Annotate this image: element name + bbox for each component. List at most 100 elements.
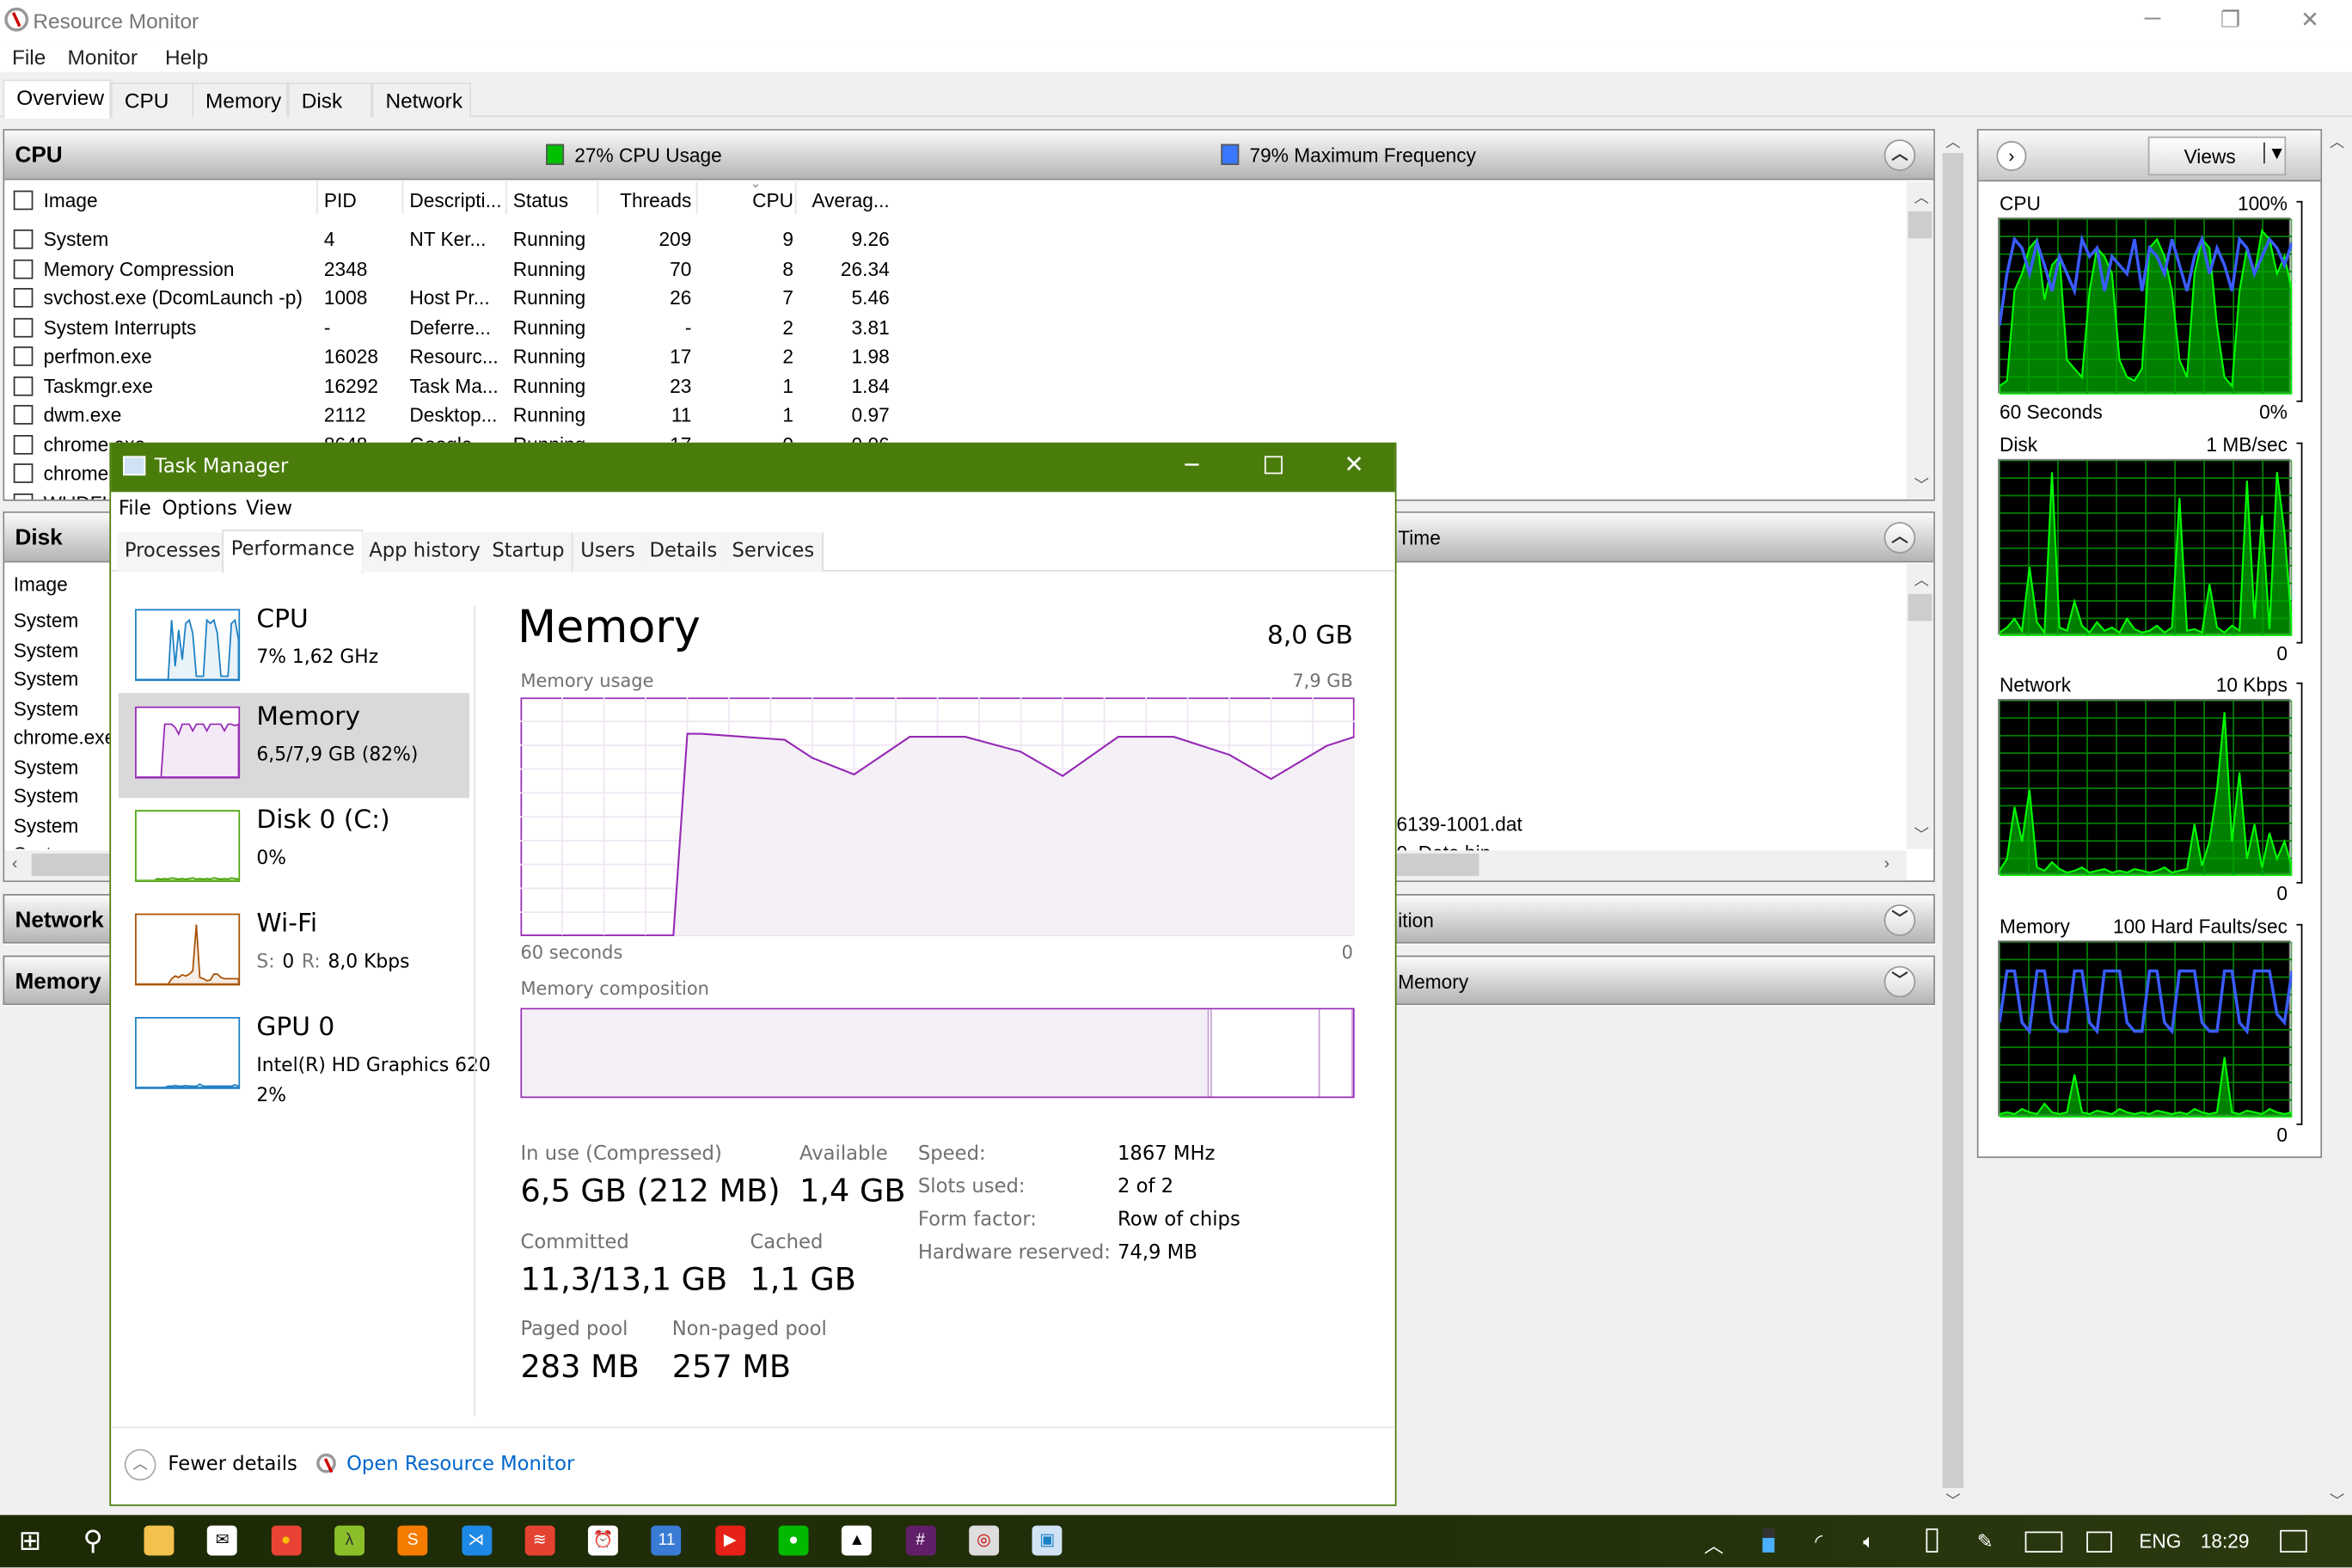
table-row[interactable]: perfmon.exe 16028 Resourc... Running 17 2 1.98	[4, 342, 904, 371]
calendar-icon[interactable]: 11	[651, 1525, 682, 1556]
scroll-down-icon[interactable]: ﹀	[2330, 1488, 2344, 1510]
tab-cpu[interactable]: CPU	[111, 82, 195, 118]
views-button[interactable]: Views ▼	[2147, 136, 2287, 176]
open-resource-monitor-link[interactable]: Open Resource Monitor	[346, 1454, 574, 1476]
column-header[interactable]: Status	[513, 189, 603, 211]
tab-overview[interactable]: Overview	[3, 79, 112, 119]
sidebar-item-wi-fi[interactable]: Wi-Fi S: 0 R: 8,0 Kbps	[119, 900, 469, 1005]
table-row[interactable]: System Interrupts - Deferre... Running - 2 3.8…	[4, 313, 904, 341]
menu-file[interactable]: File	[12, 45, 46, 69]
table-row[interactable]: svchost.exe (DcomLaunch -p) 1008 Host Pr..…	[4, 284, 904, 312]
menu-file[interactable]: File	[119, 498, 151, 520]
row-checkbox[interactable]	[13, 288, 34, 308]
minimize-button[interactable]: ─	[2130, 6, 2175, 32]
tab-users[interactable]: Users	[573, 532, 645, 572]
table-row[interactable]: dwm.exe 2112 Desktop... Running 11 1 0.97	[4, 401, 904, 429]
resource-monitor-icon[interactable]: ◎	[969, 1525, 999, 1556]
action-center-icon[interactable]	[2280, 1529, 2307, 1553]
tab-processes[interactable]: Processes	[117, 532, 230, 572]
column-header[interactable]: PID	[324, 189, 399, 211]
sublime-text-icon[interactable]: S	[397, 1525, 428, 1556]
tab-startup[interactable]: Startup	[484, 532, 573, 572]
mail-icon[interactable]: ✉	[207, 1525, 238, 1556]
row-checkbox[interactable]	[13, 258, 34, 279]
file-explorer-icon[interactable]	[144, 1525, 175, 1556]
tablet-mode-icon[interactable]	[2086, 1531, 2112, 1553]
vscode-icon[interactable]: ⋊	[461, 1525, 492, 1556]
search-icon[interactable]: ⚲	[78, 1526, 108, 1556]
volume-icon[interactable]: 🔈︎	[1863, 1530, 1875, 1554]
graphs-scrollbar[interactable]: ︿ ﹀	[2324, 129, 2349, 1512]
minimize-button[interactable]: ─	[1185, 451, 1198, 478]
tab-details[interactable]: Details	[641, 532, 726, 572]
battery-icon[interactable]	[1926, 1528, 1939, 1553]
row-checkbox[interactable]	[13, 229, 34, 249]
table-row[interactable]: System	[14, 609, 79, 631]
youtube-icon[interactable]: ▶	[714, 1525, 745, 1556]
scroll-down-icon[interactable]: ﹀	[1914, 822, 1928, 844]
tab-memory[interactable]: Memory	[192, 82, 289, 118]
column-header[interactable]: Threads	[604, 189, 691, 211]
touch-keyboard-icon[interactable]	[2024, 1531, 2063, 1553]
task-manager-icon[interactable]: ▣	[1032, 1525, 1063, 1556]
alarm-icon[interactable]: ⏰	[588, 1525, 619, 1556]
row-checkbox[interactable]	[13, 317, 34, 337]
row-checkbox[interactable]	[13, 346, 34, 366]
tab-services[interactable]: Services	[724, 532, 824, 572]
close-button[interactable]: ✕	[1344, 450, 1363, 478]
table-row[interactable]: System	[14, 756, 79, 778]
lambda-app-icon[interactable]: λ	[334, 1525, 364, 1556]
scroll-down-icon[interactable]: ﹀	[1914, 473, 1928, 495]
row-checkbox[interactable]	[13, 376, 34, 395]
storage-icon[interactable]	[1762, 1528, 1775, 1553]
show-hidden-icons[interactable]: ︿	[1704, 1530, 1724, 1559]
table-row[interactable]: System 4 NT Ker... Running 209 9 9.26	[4, 225, 904, 254]
wifi-icon[interactable]: ◜	[1815, 1530, 1822, 1554]
table-row[interactable]: System	[14, 843, 79, 849]
tab-performance[interactable]: Performance	[222, 529, 364, 573]
scroll-up-icon[interactable]: ︿	[2330, 129, 2344, 151]
row-checkbox[interactable]	[13, 434, 34, 454]
start-icon[interactable]: ⊞	[15, 1526, 45, 1556]
sidebar-item-memory[interactable]: Memory 6,5/7,9 GB (82%)	[118, 693, 470, 799]
input-language[interactable]: ENG	[2139, 1530, 2181, 1553]
column-header[interactable]: Image	[44, 189, 314, 211]
photos-icon[interactable]: ▲	[842, 1525, 873, 1556]
expand-panel-icon[interactable]: ›	[1996, 141, 2027, 171]
expand-icon[interactable]: ﹀	[1883, 965, 1916, 998]
clock[interactable]: 18:29	[2201, 1530, 2250, 1553]
scroll-up-icon[interactable]: ︿	[1914, 185, 1928, 207]
scroll-up-icon[interactable]: ︿	[1914, 567, 1928, 590]
row-checkbox[interactable]	[13, 493, 34, 500]
column-header[interactable]: CPU	[703, 189, 793, 211]
sidebar-item-gpu-0[interactable]: GPU 0 Intel(R) HD Graphics 620 2%	[119, 1003, 491, 1108]
column-header[interactable]: Image	[14, 573, 68, 596]
close-button[interactable]: ✕	[2288, 6, 2332, 34]
cpu-table-scrollbar[interactable]: ︿ ﹀	[1906, 181, 1934, 500]
menu-view[interactable]: View	[246, 498, 292, 520]
sidebar-item-disk-0-c[interactable]: Disk 0 (C:) 0%	[119, 797, 469, 902]
maximize-button[interactable]	[1264, 456, 1283, 475]
menu-options[interactable]: Options	[162, 498, 237, 520]
slack-icon[interactable]: #	[905, 1525, 936, 1556]
chrome-icon[interactable]: ●	[271, 1525, 302, 1556]
fewer-details-button[interactable]: Fewer details	[168, 1454, 297, 1476]
table-row[interactable]: System	[14, 814, 79, 836]
line-icon[interactable]: ●	[778, 1525, 809, 1556]
main-scrollbar[interactable]: ︿ ﹀	[1940, 129, 1965, 1512]
table-row[interactable]: Taskmgr.exe 16292 Task Ma... Running 23 1 1.84	[4, 371, 904, 400]
collapse-icon[interactable]: ︿	[1883, 139, 1916, 171]
menu-monitor[interactable]: Monitor	[68, 45, 138, 69]
scroll-right-icon[interactable]: ›	[1884, 855, 1890, 873]
cpu-section-header[interactable]: CPU 27% CPU Usage 79% Maximum Frequency …	[4, 130, 1934, 181]
scrollbar-thumb[interactable]	[1908, 211, 1932, 239]
sidebar-item-cpu[interactable]: CPU 7% 1,62 GHz	[119, 596, 469, 701]
scroll-left-icon[interactable]: ‹	[12, 855, 17, 873]
table-row[interactable]: System	[14, 697, 79, 720]
collapse-icon[interactable]: ︿	[1883, 522, 1916, 554]
scrollbar-thumb[interactable]	[1908, 593, 1932, 622]
tab-app-history[interactable]: App history	[361, 532, 490, 572]
column-header[interactable]: Averag...	[803, 189, 889, 211]
table-row[interactable]: chrome.exe	[14, 726, 116, 749]
scroll-down-icon[interactable]: ﹀	[1945, 1488, 1960, 1510]
